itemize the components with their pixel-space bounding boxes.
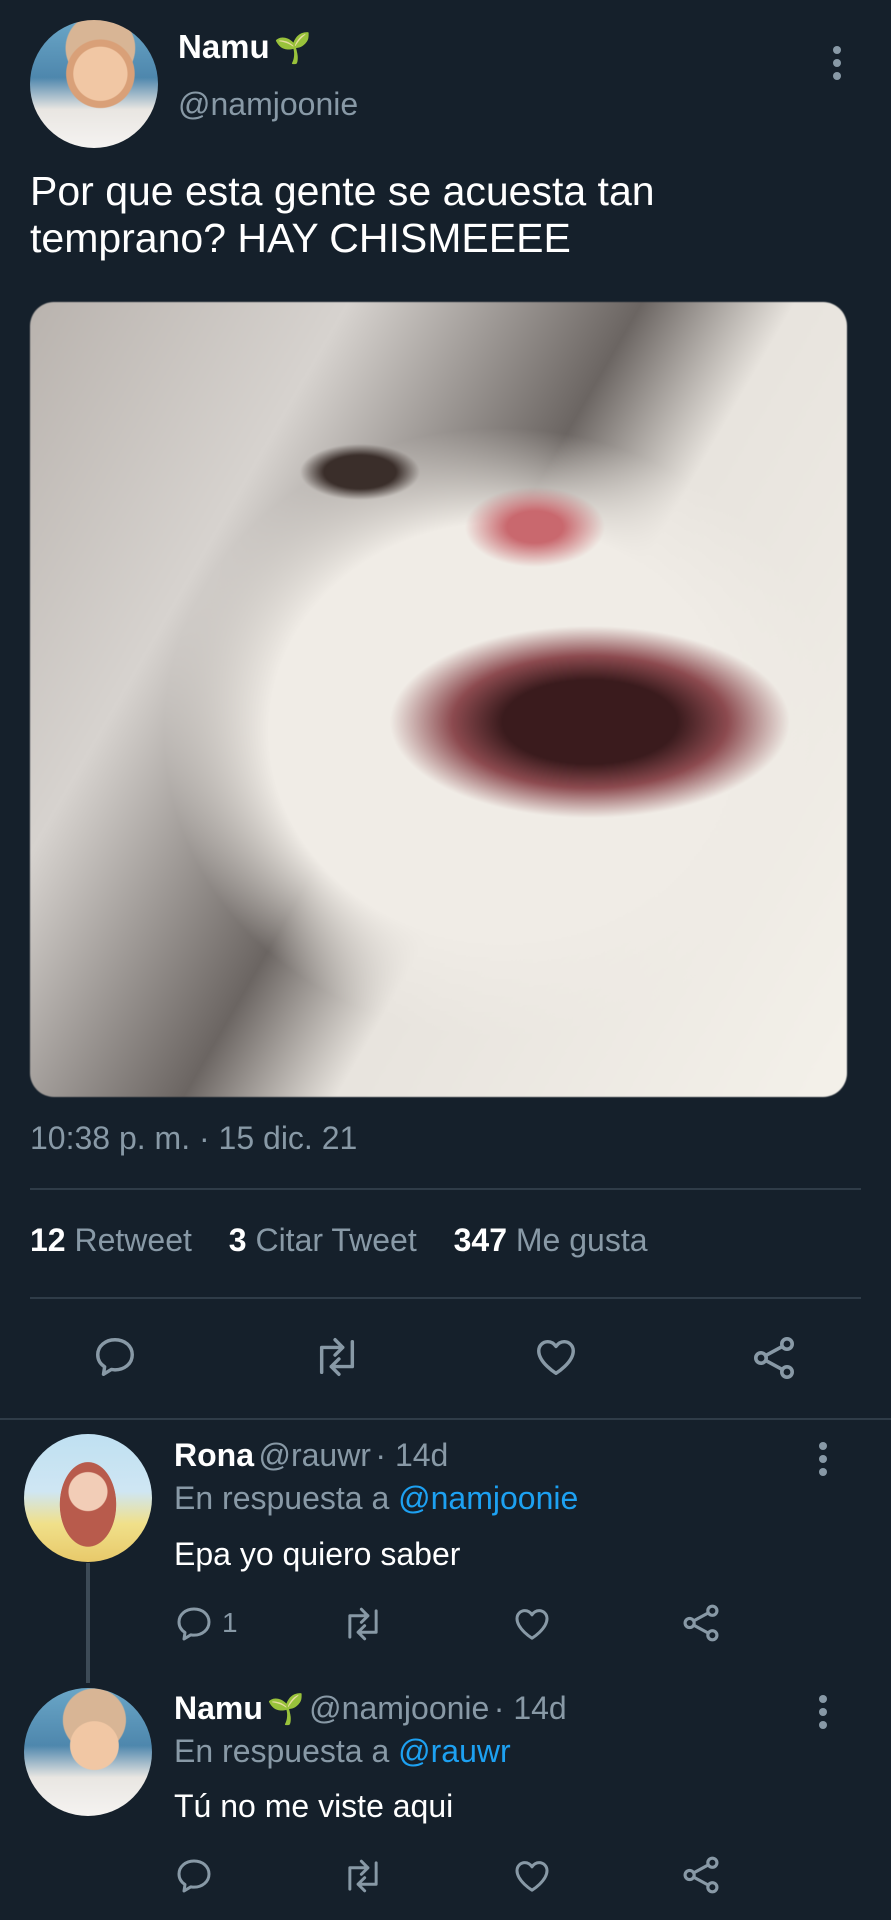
likes-stat[interactable]: 347 Me gusta <box>454 1222 648 1258</box>
in-reply-to: En respuesta a @rauwr <box>174 1733 511 1770</box>
sprout-emoji-icon: 🌱 <box>274 32 312 65</box>
divider <box>30 1188 861 1190</box>
like-icon[interactable] <box>532 1334 580 1380</box>
reply-author-handle[interactable]: @namjoonie <box>309 1690 489 1726</box>
reply-avatar[interactable] <box>24 1688 152 1816</box>
retweets-count: 12 <box>30 1222 66 1258</box>
reply-author-name[interactable]: Rona <box>174 1437 254 1473</box>
retweet-icon[interactable] <box>340 1856 386 1896</box>
quotes-label: Citar Tweet <box>255 1222 417 1258</box>
author-name-row[interactable]: Namu 🌱 <box>178 28 312 66</box>
divider <box>0 1418 891 1420</box>
quotes-stat[interactable]: 3 Citar Tweet <box>229 1222 417 1258</box>
tweet-media-image[interactable] <box>30 302 847 1097</box>
reply-icon[interactable] <box>174 1856 214 1896</box>
tweet-stats: 12 Retweet 3 Citar Tweet 347 Me gusta <box>30 1222 676 1259</box>
reply-text: Epa yo quiero saber <box>174 1536 461 1572</box>
quotes-count: 3 <box>228 1222 247 1258</box>
thread-connector-line <box>86 1563 90 1683</box>
retweets-label: Retweet <box>74 1222 192 1258</box>
sprout-emoji-icon: 🌱 <box>267 1693 305 1726</box>
reply-header: Rona @rauwr · 14d <box>174 1437 448 1474</box>
reply-author-name[interactable]: Namu <box>174 1690 263 1726</box>
divider <box>30 1297 861 1299</box>
share-icon[interactable] <box>680 1602 722 1644</box>
in-reply-to-mention[interactable]: @rauwr <box>398 1733 511 1769</box>
more-options-icon[interactable] <box>833 46 843 85</box>
tweet-text: Por que esta gente se acuesta tan tempra… <box>30 168 655 261</box>
more-options-icon[interactable] <box>819 1695 829 1734</box>
tweet-timestamp: 10:38 p. m. · 15 dic. 21 <box>30 1120 358 1156</box>
like-icon[interactable] <box>511 1856 553 1896</box>
reply-count: 1 <box>222 1607 238 1638</box>
author-handle[interactable]: @namjoonie <box>178 86 358 123</box>
reply-author-handle[interactable]: @rauwr <box>258 1437 371 1473</box>
author-name[interactable]: Namu <box>178 28 270 65</box>
likes-label: Me gusta <box>515 1222 648 1258</box>
share-icon[interactable] <box>680 1854 722 1896</box>
like-icon[interactable] <box>511 1604 553 1644</box>
retweet-icon[interactable] <box>340 1604 386 1644</box>
retweet-icon[interactable] <box>310 1334 364 1380</box>
reply-text: Tú no me viste aqui <box>174 1788 454 1824</box>
in-reply-to-mention[interactable]: @namjoonie <box>398 1480 578 1516</box>
author-avatar[interactable] <box>30 20 158 148</box>
reply-icon[interactable] <box>174 1604 214 1644</box>
in-reply-to: En respuesta a @namjoonie <box>174 1480 578 1517</box>
more-options-icon[interactable] <box>819 1442 829 1481</box>
reply-time: · 14d <box>493 1690 567 1726</box>
reply-avatar[interactable] <box>24 1434 152 1562</box>
reply-header: Namu 🌱 @namjoonie · 14d <box>174 1690 567 1727</box>
share-icon[interactable] <box>750 1334 798 1382</box>
in-reply-to-label: En respuesta a <box>174 1480 390 1516</box>
in-reply-to-label: En respuesta a <box>174 1733 390 1769</box>
reply-time: · 14d <box>375 1437 449 1473</box>
likes-count: 347 <box>453 1222 507 1258</box>
reply-icon[interactable] <box>92 1334 138 1380</box>
retweets-stat[interactable]: 12 Retweet <box>30 1222 192 1258</box>
